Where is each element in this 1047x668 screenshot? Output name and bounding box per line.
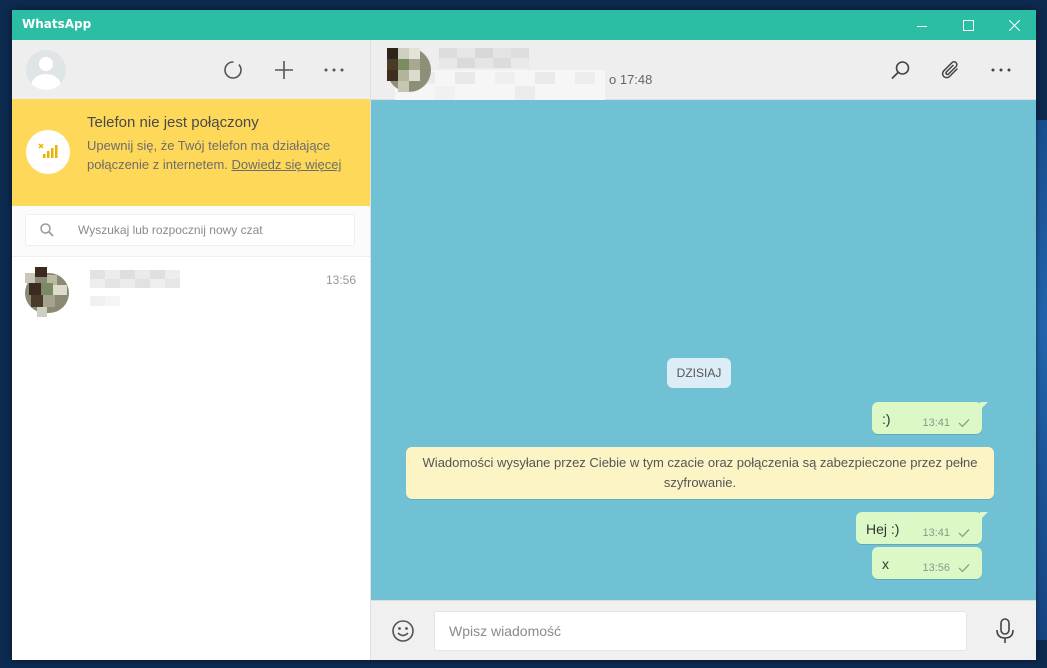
phone-disconnected-alert: Telefon nie jest połączony Upewnij się, … — [12, 99, 370, 206]
alert-icon-circle — [26, 130, 70, 174]
message-input[interactable] — [434, 611, 967, 651]
conversation-header[interactable]: o 17:48 — [371, 40, 1036, 102]
profile-avatar[interactable] — [26, 50, 66, 90]
window-title: WhatsApp — [22, 17, 92, 31]
close-icon — [1008, 19, 1020, 31]
message-time: 13:41 — [922, 527, 950, 539]
alert-title: Telefon nie jest połączony — [87, 114, 259, 131]
search-input[interactable] — [78, 215, 348, 245]
status-button[interactable] — [221, 58, 245, 82]
date-divider: DZISIAJ — [667, 358, 731, 388]
search-icon — [40, 223, 54, 237]
sidebar-menu-button[interactable] — [322, 58, 346, 82]
minimize-button[interactable] — [899, 10, 945, 40]
sent-check-icon — [958, 564, 970, 573]
message-bubble[interactable]: Hej :) 13:41 — [856, 512, 988, 544]
search-bar — [12, 206, 370, 257]
phone-signal-icon — [38, 143, 58, 158]
app-window: WhatsApp Telefon nie jest połączony Upew… — [12, 10, 1036, 660]
status-icon — [224, 61, 242, 79]
emoji-icon[interactable] — [391, 619, 415, 643]
message-time: 13:56 — [922, 562, 950, 574]
search-chat-button[interactable] — [889, 58, 913, 82]
sidebar: Telefon nie jest połączony Upewnij się, … — [12, 40, 371, 660]
contact-name-redacted — [90, 270, 180, 288]
sidebar-header — [12, 40, 370, 99]
learn-more-link[interactable]: Dowiedz się więcej — [232, 157, 342, 172]
search-icon — [891, 61, 910, 80]
message-bubble[interactable]: :) 13:41 — [872, 402, 988, 434]
message-list[interactable]: DZISIAJ :) 13:41 Wiadomości wysyłane prz… — [371, 100, 1036, 600]
message-composer — [371, 600, 1036, 660]
minimize-icon — [917, 25, 927, 27]
chat-list-item[interactable]: 13:56 — [12, 257, 370, 327]
contact-avatar — [25, 267, 69, 317]
search-box[interactable] — [25, 214, 355, 246]
message-text: :) — [882, 411, 891, 427]
menu-icon — [991, 68, 1011, 72]
message-text: Hej :) — [866, 521, 900, 537]
attach-button[interactable] — [939, 58, 963, 82]
title-bar[interactable]: WhatsApp — [12, 10, 1036, 40]
conversation-menu-button[interactable] — [989, 58, 1013, 82]
alert-text: Upewnij się, że Twój telefon ma działają… — [87, 136, 357, 174]
maximize-button[interactable] — [945, 10, 991, 40]
new-chat-button[interactable] — [272, 58, 296, 82]
contact-avatar[interactable] — [387, 48, 431, 92]
message-bubble[interactable]: x 13:56 — [872, 547, 982, 579]
sent-check-icon — [958, 419, 970, 428]
conversation-pane: o 17:48 DZISIAJ :) 13:41 Wiadomości wysy… — [371, 40, 1036, 660]
encryption-notice: Wiadomości wysyłane przez Ciebie w tym c… — [406, 447, 994, 499]
close-button[interactable] — [991, 10, 1036, 40]
sent-check-icon — [958, 529, 970, 538]
maximize-icon — [962, 19, 974, 31]
last-seen: o 17:48 — [609, 72, 653, 87]
menu-icon — [324, 68, 344, 72]
microphone-icon[interactable] — [994, 618, 1016, 644]
new-chat-icon — [275, 61, 293, 79]
message-text: x — [882, 556, 889, 572]
message-time: 13:41 — [922, 417, 950, 429]
contact-name-redacted — [439, 48, 529, 68]
chat-time: 13:56 — [326, 273, 357, 287]
last-message-redacted — [90, 296, 120, 306]
attach-icon — [941, 61, 958, 79]
